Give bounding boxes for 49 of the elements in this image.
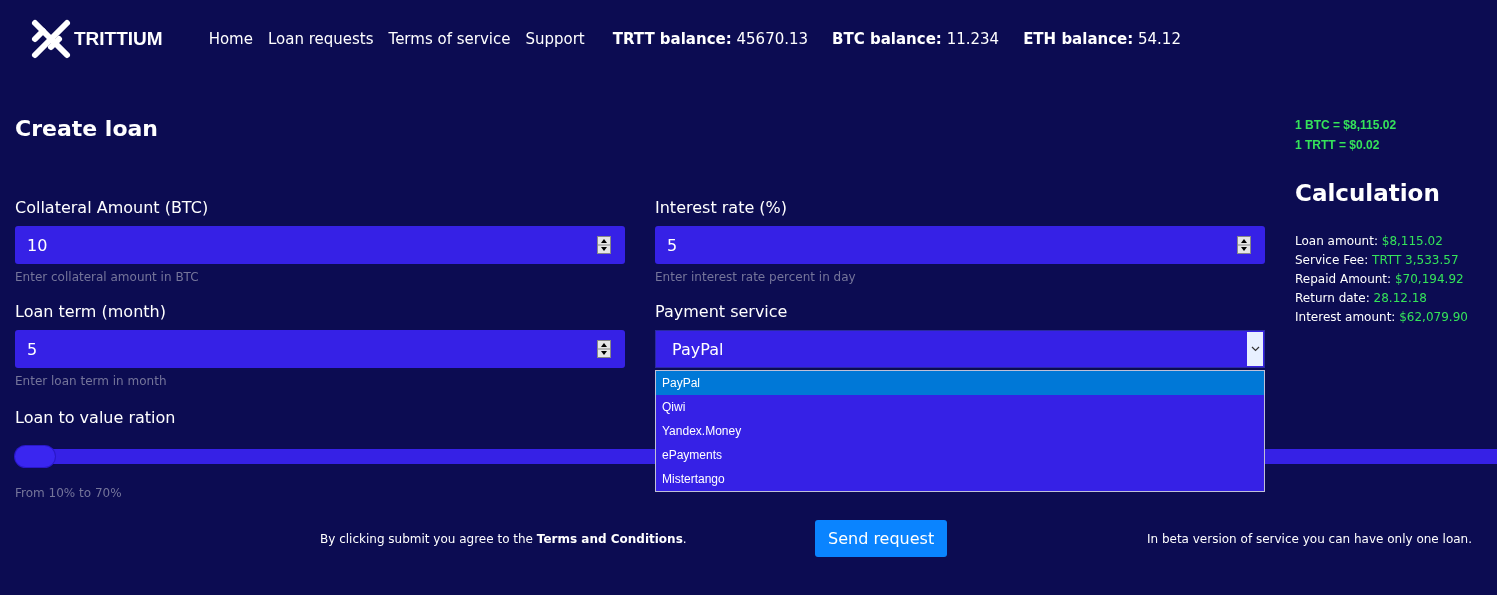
calc-label: Return date: <box>1295 291 1371 305</box>
balance-text: BTC balance: 11.234 <box>832 30 1000 48</box>
field-label: Loan term (month) <box>15 302 167 321</box>
calc-value: $62,079.90 <box>1399 310 1468 324</box>
calc-value: $8,115.02 <box>1381 234 1443 248</box>
send-button[interactable]: Send request <box>815 520 948 557</box>
caret-icon <box>1250 346 1260 352</box>
calc-label: Repaid Amount: <box>1295 272 1393 286</box>
exchange-rate: 1 BTC = $8,115.02 <box>1295 118 1398 132</box>
field-hint: Enter loan term in month <box>15 374 168 388</box>
field-label: Loan to value ration <box>15 408 176 427</box>
field-label: Interest rate (%) <box>655 198 788 217</box>
spinner-icon[interactable] <box>1237 236 1251 254</box>
exchange-rate: 1 TRTT = $0.02 <box>1295 138 1381 152</box>
logo-icon <box>30 18 72 60</box>
dropdown-option[interactable]: Yandex.Money <box>656 419 1264 443</box>
slider-thumb[interactable] <box>15 446 55 467</box>
dropdown-option[interactable]: ePayments <box>656 443 1264 467</box>
logo-text: TRITTIUM <box>74 28 163 50</box>
number-field[interactable]: 10 <box>15 226 625 264</box>
balance-text: ETH balance: 54.12 <box>1023 30 1181 48</box>
field-hint: Enter collateral amount in BTC <box>15 270 200 284</box>
balance-text: TRTT balance: 45670.13 <box>612 30 809 48</box>
select-field[interactable]: PayPal <box>655 330 1265 368</box>
nav-link[interactable]: Home <box>208 30 253 48</box>
nav-link[interactable]: Terms of service <box>388 30 511 48</box>
calc-label: Loan amount: <box>1295 234 1379 248</box>
nav-link[interactable]: Support <box>525 30 585 48</box>
note-text: In beta version of service you can have only one loan. <box>1146 531 1472 546</box>
number-field[interactable]: 5 <box>655 226 1265 264</box>
agreement-text: By clicking submit you agree to the Terms and Conditions. <box>320 531 688 546</box>
spinner-icon[interactable] <box>597 236 611 254</box>
section-title: Calculation <box>1295 180 1441 206</box>
field-hint: Enter interest rate percent in day <box>655 270 857 284</box>
calc-label: Service Fee: <box>1295 253 1370 267</box>
dropdown-option[interactable]: PayPal <box>656 371 1264 395</box>
calc-value: $70,194.92 <box>1394 272 1464 286</box>
field-hint: From 10% to 70% <box>15 486 122 500</box>
dropdown-option[interactable]: Mistertango <box>656 467 1264 491</box>
calc-value: TRTT 3,533.57 <box>1372 253 1459 267</box>
calc-value: 28.12.18 <box>1373 291 1427 305</box>
field-label: Payment service <box>655 302 789 321</box>
page-title: Create loan <box>15 116 160 143</box>
dropdown-option[interactable]: Qiwi <box>656 395 1264 419</box>
field-label: Collateral Amount (BTC) <box>15 198 210 217</box>
calc-label: Interest amount: <box>1295 310 1397 324</box>
nav-link[interactable]: Loan requests <box>267 30 374 48</box>
spinner-icon[interactable] <box>597 340 611 358</box>
number-field[interactable]: 5 <box>15 330 625 368</box>
